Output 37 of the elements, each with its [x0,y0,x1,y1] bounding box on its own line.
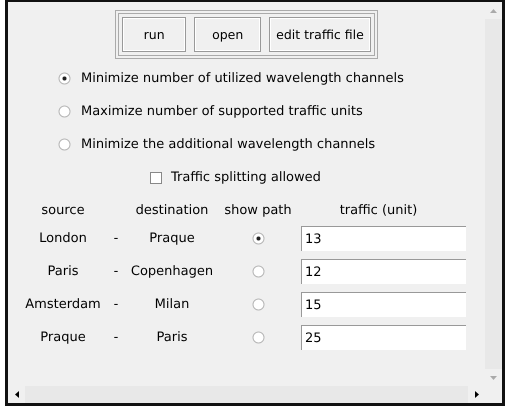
checkbox[interactable] [150,172,162,184]
traffic-field[interactable]: 12 [301,259,466,284]
radio-button[interactable] [252,298,264,311]
destination-city: Copenhagen [130,264,214,279]
dash-separator: - [114,231,118,246]
destination-city: Milan [154,297,190,312]
scroll-up-icon[interactable] [485,2,502,19]
source-city: London [39,231,87,246]
toolbar-button[interactable]: open [194,17,262,52]
column-header: show path [224,203,292,218]
destination-city: Paris [156,330,188,345]
radio-button[interactable] [58,105,71,118]
destination-city: Praque [149,231,195,246]
radio-button[interactable] [252,232,264,245]
scroll-left-icon[interactable] [8,386,25,403]
radio-button[interactable] [252,331,264,344]
radio-label: Minimize number of utilized wavelength channels [81,71,404,86]
source-city: Praque [40,330,86,345]
toolbar-button[interactable]: edit traffic file [269,17,371,52]
traffic-field[interactable]: 15 [301,292,466,317]
toolbar-button[interactable]: run [122,17,186,52]
dash-separator: - [114,264,118,279]
column-header: source [41,203,85,218]
column-header: traffic (unit) [340,203,418,218]
traffic-field[interactable]: 13 [301,226,466,251]
source-city: Amsterdam [25,297,101,312]
dash-separator: - [114,297,118,312]
dash-separator: - [114,330,118,345]
source-city: Paris [48,264,78,279]
column-header: destination [136,203,208,218]
radio-label: Maximize number of supported traffic units [81,104,363,119]
checkbox-label: Traffic splitting allowed [171,170,321,185]
radio-button[interactable] [58,72,71,85]
radio-label: Minimize the additional wavelength channels [81,137,376,152]
radio-button[interactable] [58,138,71,151]
radio-button[interactable] [252,265,264,278]
traffic-field[interactable]: 25 [301,325,466,350]
